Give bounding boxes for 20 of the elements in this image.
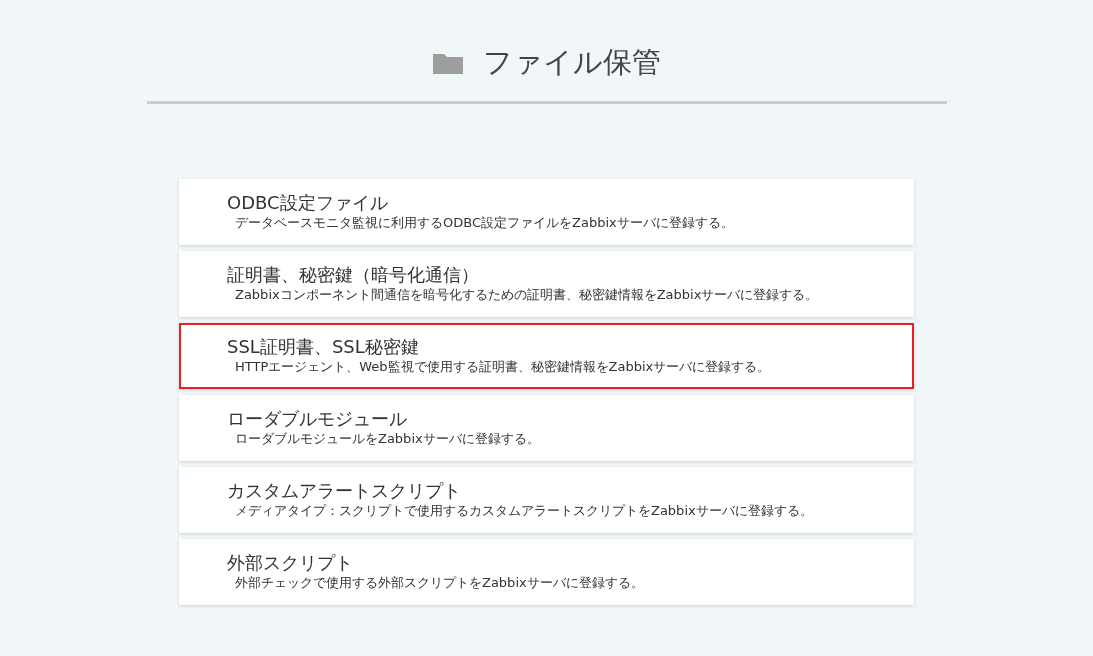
card-description: 外部チェックで使用する外部スクリプトをZabbixサーバに登録する。 — [234, 575, 645, 591]
card-title: 証明書、秘密鍵（暗号化通信） — [227, 263, 480, 287]
card-title: 外部スクリプト — [227, 551, 354, 575]
card-description: メディアタイプ：スクリプトで使用するカスタムアラートスクリプトをZabbixサーバに登録する。 — [234, 503, 814, 519]
card-description: HTTPエージェント、Web監視で使用する証明書、秘密鍵情報をZabbixサーバに登録する。 — [234, 359, 772, 375]
card-description: Zabbixコンポーネント間通信を暗号化するための証明書、秘密鍵情報をZabbixサーバに登録する。 — [234, 287, 820, 303]
file-category-card[interactable]: ODBC設定ファイル データベースモニタ監視に利用するODBC設定ファイルをZabbixサーバに登録する。 — [179, 179, 914, 245]
file-category-card[interactable]: ローダブルモジュール ローダブルモジュールをZabbixサーバに登録する。 — [179, 395, 914, 461]
card-title: SSL証明書、SSL秘密鍵 — [227, 335, 420, 359]
card-description: ローダブルモジュールをZabbixサーバに登録する。 — [234, 431, 541, 447]
card-title: ODBC設定ファイル — [227, 191, 389, 215]
file-category-card[interactable]: 証明書、秘密鍵（暗号化通信） Zabbixコンポーネント間通信を暗号化するための証明書、秘密鍵情報をZabbixサーバに登録する。 — [179, 251, 914, 317]
file-category-card[interactable]: SSL証明書、SSL秘密鍵 HTTPエージェント、Web監視で使用する証明書、秘密鍵情報をZabbixサーバに登録する。 — [179, 323, 914, 389]
card-title: カスタムアラートスクリプト — [227, 479, 462, 503]
card-title: ローダブルモジュール — [227, 407, 408, 431]
file-category-card[interactable]: カスタムアラートスクリプト メディアタイプ：スクリプトで使用するカスタムアラートスクリプトをZabbixサーバに登録する。 — [179, 467, 914, 533]
page-title: ファイル保管 — [482, 44, 661, 81]
file-category-card[interactable]: 外部スクリプト 外部チェックで使用する外部スクリプトをZabbixサーバに登録する。 — [179, 539, 914, 605]
card-description: データベースモニタ監視に利用するODBC設定ファイルをZabbixサーバに登録する。 — [234, 215, 735, 231]
folder-icon — [432, 52, 463, 74]
